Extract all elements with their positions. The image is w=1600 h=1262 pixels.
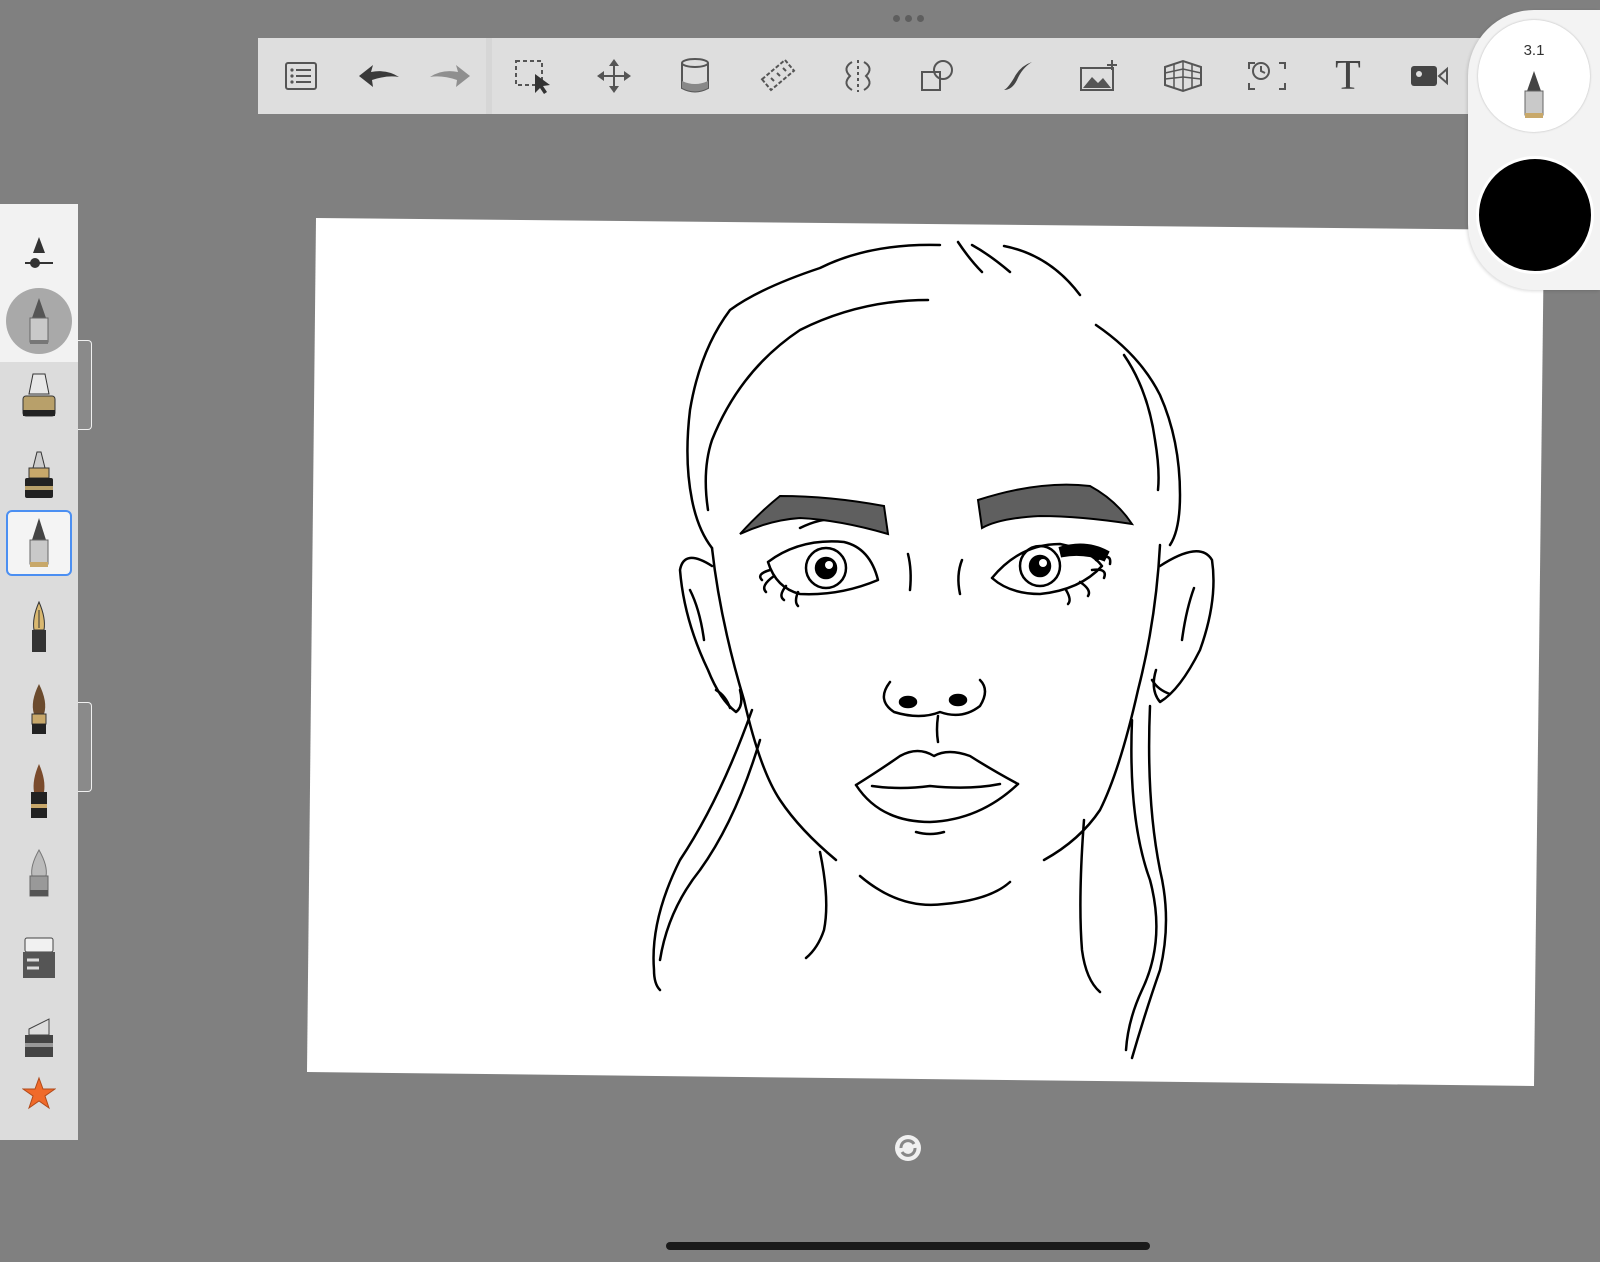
pupils	[804, 543, 1110, 709]
fill-button[interactable]	[654, 38, 736, 114]
brush-panel-tab-upper[interactable]	[78, 340, 92, 430]
ballpoint-pen-icon	[25, 451, 53, 498]
window-handle[interactable]	[890, 12, 926, 24]
ruler-button[interactable]	[736, 38, 818, 114]
stroke-button[interactable]	[978, 38, 1058, 114]
chisel-marker-icon	[25, 1018, 53, 1057]
shapes-button[interactable]	[898, 38, 978, 114]
favorite-star-icon	[22, 1076, 56, 1110]
text-button[interactable]: T	[1308, 38, 1388, 114]
airbrush-icon	[31, 764, 47, 818]
marker-icon	[29, 848, 49, 897]
brush-ballpoint-pen[interactable]	[0, 438, 78, 512]
perspective-button[interactable]	[1140, 38, 1226, 114]
current-brush-bubble[interactable]	[6, 288, 72, 354]
undo-arrow-icon	[359, 65, 399, 87]
home-indicator[interactable]	[666, 1242, 1150, 1250]
import-image-button[interactable]	[1058, 38, 1140, 114]
paint-brush-icon	[31, 684, 47, 734]
brush-size-puck[interactable]: 3.1	[1478, 20, 1590, 132]
brush-airbrush[interactable]	[0, 754, 78, 828]
transform-button[interactable]	[574, 38, 654, 114]
brush-size-label: 3.1	[1523, 42, 1545, 59]
color-puck[interactable]	[1476, 156, 1594, 274]
fountain-pen-icon	[32, 600, 46, 652]
text-icon: T	[1335, 53, 1361, 99]
brush-panel-tab-lower[interactable]	[78, 702, 92, 792]
redo-button[interactable]	[414, 38, 486, 114]
perspective-grid-icon	[1164, 59, 1202, 93]
brush-color-puck: 3.1	[1468, 10, 1600, 290]
redo-arrow-icon	[430, 65, 470, 87]
timelapse-button[interactable]	[1226, 38, 1308, 114]
video-camera-icon	[1411, 66, 1448, 86]
time-lapse-icon	[1248, 62, 1286, 90]
main-toolbar: T	[258, 38, 1480, 114]
face-sketch	[652, 240, 1215, 1060]
gallery-list-button[interactable]	[258, 38, 344, 114]
brush-eraser[interactable]	[0, 920, 78, 994]
favorites-button[interactable]	[0, 1056, 78, 1130]
brush-palette	[0, 204, 78, 1140]
list-icon	[285, 62, 317, 90]
undo-button[interactable]	[344, 38, 414, 114]
brush-inking-pen[interactable]	[0, 358, 78, 432]
selection-icon	[515, 60, 550, 94]
eraser-icon	[23, 937, 55, 978]
curve-stroke-icon	[1004, 62, 1032, 90]
paint-bucket-icon	[681, 58, 709, 93]
canvas-paper	[307, 218, 1544, 1086]
pencil-icon	[1524, 71, 1544, 118]
brush-property-button[interactable]	[0, 216, 78, 290]
symmetry-button[interactable]	[818, 38, 898, 114]
brush-paint-brush[interactable]	[0, 672, 78, 746]
brush-fountain-pen[interactable]	[0, 590, 78, 664]
technical-pencil-icon	[29, 518, 49, 567]
shapes-icon	[921, 60, 953, 91]
add-image-icon	[1080, 60, 1117, 91]
brush-property-slider-icon	[25, 237, 53, 268]
move-arrows-icon	[597, 59, 631, 93]
ruler-icon	[760, 58, 796, 92]
brush-marker[interactable]	[0, 836, 78, 910]
inking-pen-icon	[22, 373, 56, 417]
brush-technical-pencil[interactable]	[0, 506, 78, 580]
rotate-canvas-button[interactable]	[894, 1134, 922, 1162]
selection-button[interactable]	[492, 38, 574, 114]
drawing-canvas[interactable]	[0, 0, 1600, 1262]
symmetry-icon	[845, 60, 871, 92]
eyebrows	[739, 483, 1135, 536]
record-button[interactable]	[1388, 38, 1470, 114]
pencil-icon	[29, 298, 49, 344]
